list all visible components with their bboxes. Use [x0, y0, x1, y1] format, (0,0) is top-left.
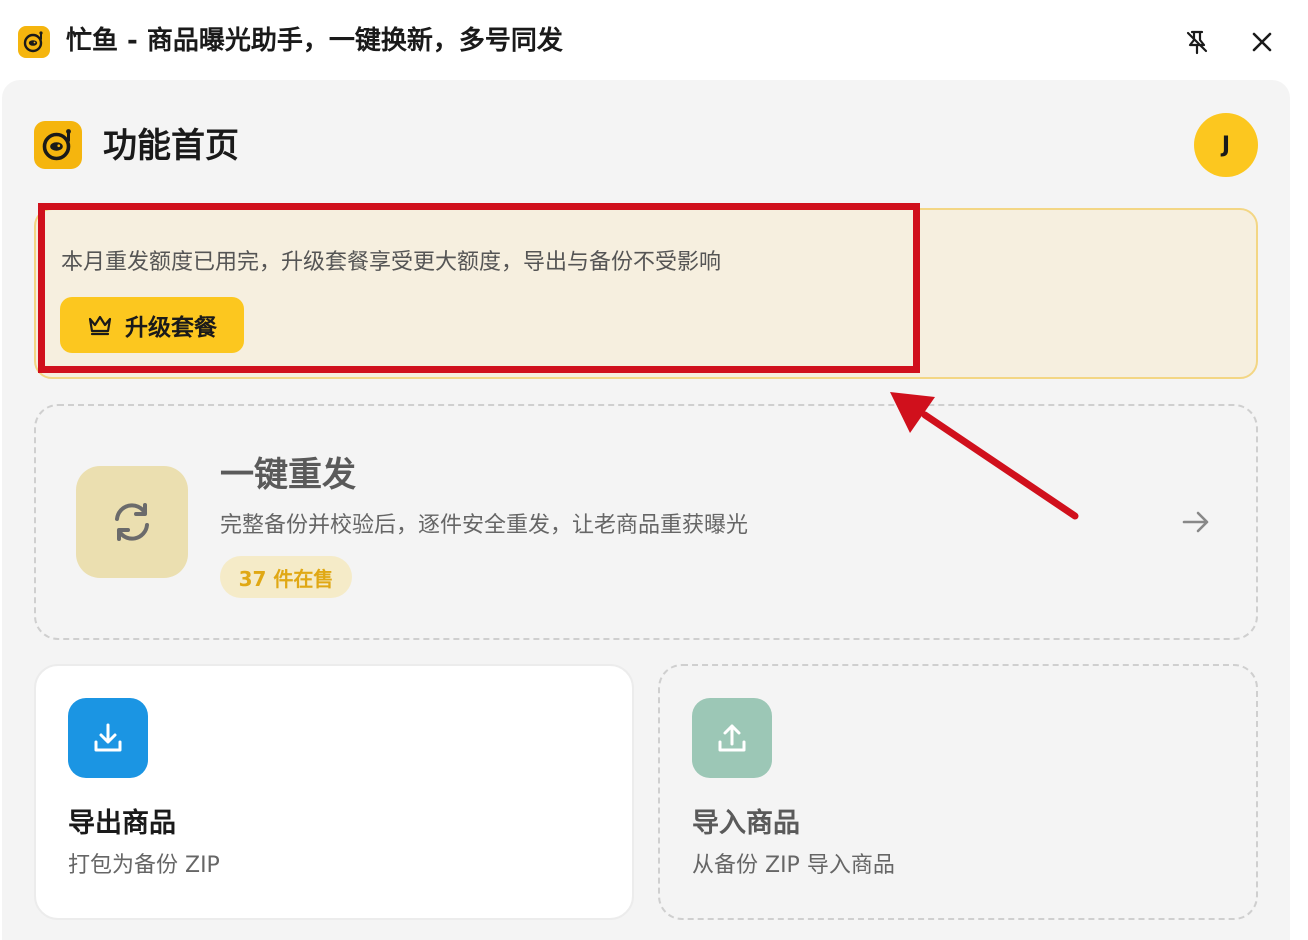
- on-sale-count-badge: 37 件在售: [220, 556, 352, 598]
- upload-icon: [718, 724, 746, 752]
- repost-title: 一键重发: [220, 455, 356, 495]
- fish-logo-icon: [34, 121, 82, 169]
- download-icon: [94, 723, 122, 752]
- window-title: 忙鱼 - 商品曝光助手，一键换新，多号同发: [66, 26, 563, 56]
- arrow-right-icon: [1176, 502, 1216, 542]
- crown-icon: [88, 315, 112, 336]
- close-icon: [1252, 32, 1272, 52]
- fish-logo-icon: [18, 26, 50, 58]
- repost-description: 完整备份并校验后，逐件安全重发，让老商品重获曝光: [220, 513, 749, 538]
- quota-banner: [34, 208, 1258, 379]
- export-description: 打包为备份 ZIP: [68, 853, 220, 878]
- upload-icon-tile: [692, 698, 772, 778]
- title-bar: 忙鱼 - 商品曝光助手，一键换新，多号同发: [0, 0, 1308, 80]
- avatar[interactable]: J: [1194, 113, 1258, 177]
- refresh-icon: [115, 503, 149, 541]
- unpin-button[interactable]: [1179, 24, 1215, 60]
- export-title: 导出商品: [68, 808, 176, 839]
- download-icon-tile: [68, 698, 148, 778]
- page-title: 功能首页: [103, 126, 239, 166]
- refresh-icon-tile: [76, 466, 188, 578]
- import-title: 导入商品: [692, 808, 800, 839]
- close-button[interactable]: [1244, 24, 1280, 60]
- upgrade-plan-label: 升级套餐: [125, 315, 217, 341]
- unpin-icon: [1186, 30, 1208, 55]
- quota-message: 本月重发额度已用完，升级套餐享受更大额度，导出与备份不受影响: [61, 250, 722, 275]
- import-description: 从备份 ZIP 导入商品: [692, 853, 895, 878]
- upgrade-plan-button[interactable]: 升级套餐: [60, 297, 244, 353]
